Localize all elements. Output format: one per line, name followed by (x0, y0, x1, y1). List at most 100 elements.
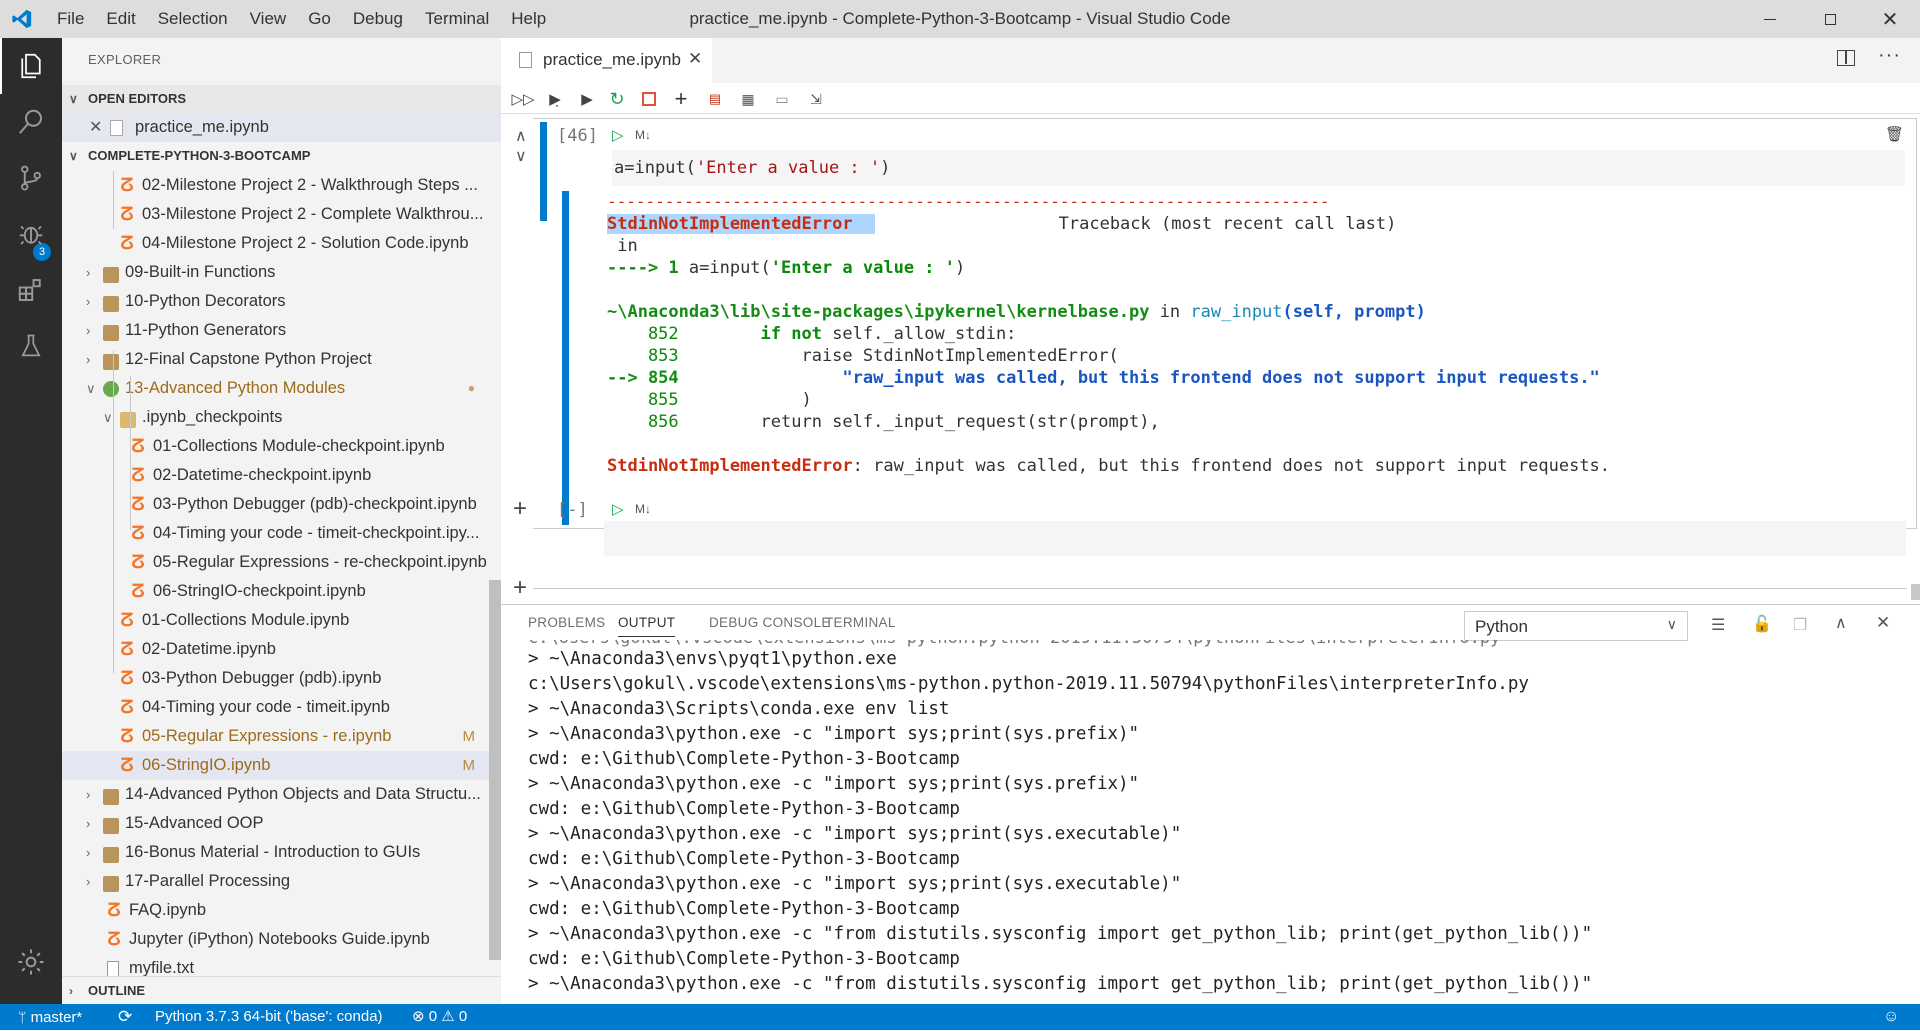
open-editors-header[interactable]: ∨ OPEN EDITORS (62, 85, 501, 113)
editor-tab[interactable]: practice_me.ipynb ✕ (501, 38, 712, 83)
tree-folder[interactable]: › 10-Python Decorators (62, 287, 501, 316)
clear-outputs-icon[interactable]: ▤ (705, 89, 725, 109)
feedback-smiley-icon[interactable]: ☺ (1883, 1004, 1899, 1030)
tree-file[interactable]: ⵒ 02-Milestone Project 2 - Walkthrough St… (62, 171, 501, 200)
tree-file[interactable]: ⵒ Jupyter (iPython) Notebooks Guide.ipynb (62, 925, 501, 954)
close-tab-icon[interactable]: ✕ (688, 49, 702, 69)
tree-folder[interactable]: › 14-Advanced Python Objects and Data Str… (62, 780, 501, 809)
tree-folder[interactable]: › 12-Final Capstone Python Project (62, 345, 501, 374)
editor-scrollbar[interactable] (1911, 584, 1920, 600)
split-editor-icon[interactable] (1837, 50, 1855, 66)
tree-folder[interactable]: ∨ .ipynb_checkpoints (62, 403, 501, 432)
outline-header[interactable]: › OUTLINE (62, 976, 501, 1004)
tree-file[interactable]: ⵒ 01-Collections Module.ipynb (62, 606, 501, 635)
explorer-icon[interactable] (0, 38, 62, 94)
git-branch-icon: ᛘ (18, 1009, 27, 1025)
lock-scroll-icon[interactable]: 🔓 (1752, 614, 1772, 634)
open-editor-label: practice_me.ipynb (135, 118, 269, 136)
tree-file[interactable]: ⵒ 04-Timing your code - timeit.ipynb (62, 693, 501, 722)
tree-file[interactable]: ⵒ 02-Datetime.ipynb (62, 635, 501, 664)
menu-help[interactable]: Help (500, 0, 557, 38)
cell-divider (533, 588, 1907, 589)
close-editor-icon[interactable]: ✕ (89, 113, 102, 142)
delete-cell-icon[interactable]: 🗑 (1885, 125, 1904, 143)
save-icon[interactable]: ▭ (772, 89, 792, 109)
close-panel-icon[interactable]: ✕ (1876, 613, 1890, 633)
problems-status[interactable]: ⊗ 0 ⚠ 0 (412, 1004, 467, 1030)
branch-status[interactable]: ᛘ master* (18, 1004, 82, 1031)
jupyter-notebook-icon: ⵒ (120, 755, 134, 775)
export-icon[interactable]: ⇲ (806, 89, 826, 109)
run-above-icon[interactable]: ▶̣ (545, 89, 565, 109)
tree-file[interactable]: ⵒ 04-Milestone Project 2 - Solution Code.… (62, 229, 501, 258)
add-cell-icon[interactable]: + (671, 86, 691, 111)
tree-file[interactable]: ⵒ 03-Python Debugger (pdb)-checkpoint.ipy… (62, 490, 501, 519)
variables-icon[interactable]: ▦ (738, 89, 758, 109)
sync-icon[interactable]: ⟳ (118, 1004, 132, 1030)
menu-debug[interactable]: Debug (342, 0, 414, 38)
run-cell-2-icon[interactable]: ▷ (612, 500, 624, 518)
run-cell-icon[interactable]: ▷ (612, 126, 624, 144)
menu-edit[interactable]: Edit (95, 0, 146, 38)
sidebar-scrollbar[interactable] (489, 580, 501, 960)
status-bar: ᛘ master* ⟳ Python 3.7.3 64-bit ('base':… (0, 1004, 1920, 1030)
close-window-button[interactable]: ✕ (1860, 0, 1920, 38)
run-all-cells-icon[interactable]: ▷▷ (511, 89, 534, 109)
add-cell-bottom-icon[interactable]: + (513, 574, 527, 602)
panel-tab-problems[interactable]: PROBLEMS (528, 615, 605, 630)
menu-view[interactable]: View (239, 0, 298, 38)
extensions-icon[interactable] (0, 262, 62, 318)
tree-file[interactable]: ⵒ 05-Regular Expressions - re-checkpoint.… (62, 548, 501, 577)
change-to-markdown-icon[interactable]: M↓ (635, 128, 651, 142)
panel-tab-output[interactable]: OUTPUT (618, 615, 676, 637)
change-to-markdown-2-icon[interactable]: M↓ (635, 502, 651, 516)
python-interpreter-status[interactable]: Python 3.7.3 64-bit ('base': conda) (155, 1004, 383, 1030)
tree-file[interactable]: ⵒ 01-Collections Module-checkpoint.ipynb (62, 432, 501, 461)
output-channel-select[interactable]: Python ∨ (1464, 611, 1688, 641)
source-control-icon[interactable] (0, 150, 62, 206)
tree-file[interactable]: ⵒ 04-Timing your code - timeit-checkpoint… (62, 519, 501, 548)
restart-kernel-icon[interactable]: ↻ (607, 89, 627, 109)
run-below-icon[interactable]: ▶ (577, 89, 597, 109)
copy-output-icon[interactable]: ❐ (1793, 615, 1807, 635)
code-input-2[interactable] (604, 521, 1906, 556)
tree-folder[interactable]: › 09-Built-in Functions (62, 258, 501, 287)
tree-file[interactable]: ⵒ FAQ.ipynb (62, 896, 501, 925)
menu-go[interactable]: Go (297, 0, 342, 38)
tree-folder[interactable]: ∨ 13-Advanced Python Modules ● (62, 374, 501, 403)
settings-gear-icon[interactable] (0, 934, 62, 990)
add-cell-below-icon[interactable]: + (513, 495, 527, 523)
cell-selection-bar (540, 122, 547, 221)
tree-folder[interactable]: › 17-Parallel Processing (62, 867, 501, 896)
open-editor-item[interactable]: ✕ practice_me.ipynb (62, 113, 501, 142)
more-actions-icon[interactable]: ··· (1878, 44, 1901, 67)
test-flask-icon[interactable] (0, 318, 62, 374)
move-cell-down-icon[interactable]: ∨ (515, 146, 527, 166)
search-icon[interactable] (0, 94, 62, 150)
tree-item-label: 10-Python Decorators (125, 292, 286, 310)
interrupt-kernel-icon[interactable] (639, 89, 659, 109)
menu-file[interactable]: File (46, 0, 95, 38)
project-header[interactable]: ∨ COMPLETE-PYTHON-3-BOOTCAMP (62, 142, 501, 170)
menu-selection[interactable]: Selection (147, 0, 239, 38)
tree-file[interactable]: ⵒ 06-StringIO-checkpoint.ipynb (62, 577, 501, 606)
tree-file[interactable]: ⵒ 02-Datetime-checkpoint.ipynb (62, 461, 501, 490)
error-name: StdinNotImplementedError (607, 214, 875, 234)
panel-tab-debug-console[interactable]: DEBUG CONSOLE (709, 615, 831, 630)
minimize-button[interactable] (1740, 0, 1800, 38)
tree-file[interactable]: ⵒ 05-Regular Expressions - re.ipynb M (62, 722, 501, 751)
tree-file[interactable]: ⵒ 03-Milestone Project 2 - Complete Walkt… (62, 200, 501, 229)
tree-folder[interactable]: › 11-Python Generators (62, 316, 501, 345)
tree-folder[interactable]: › 15-Advanced OOP (62, 809, 501, 838)
maximize-panel-icon[interactable]: ∧ (1835, 613, 1847, 633)
menu-terminal[interactable]: Terminal (414, 0, 500, 38)
move-cell-up-icon[interactable]: ∧ (515, 126, 527, 146)
maximize-button[interactable] (1800, 0, 1860, 38)
tree-folder[interactable]: › 16-Bonus Material - Introduction to GUI… (62, 838, 501, 867)
panel-tab-terminal[interactable]: TERMINAL (825, 615, 896, 630)
tree-file[interactable]: ⵒ 06-StringIO.ipynb M (62, 751, 501, 780)
clear-output-icon[interactable]: ☰ (1711, 615, 1725, 635)
debug-icon[interactable] (0, 206, 62, 262)
code-input[interactable]: a=input('Enter a value : ') (612, 150, 1905, 186)
tree-file[interactable]: ⵒ 03-Python Debugger (pdb).ipynb (62, 664, 501, 693)
